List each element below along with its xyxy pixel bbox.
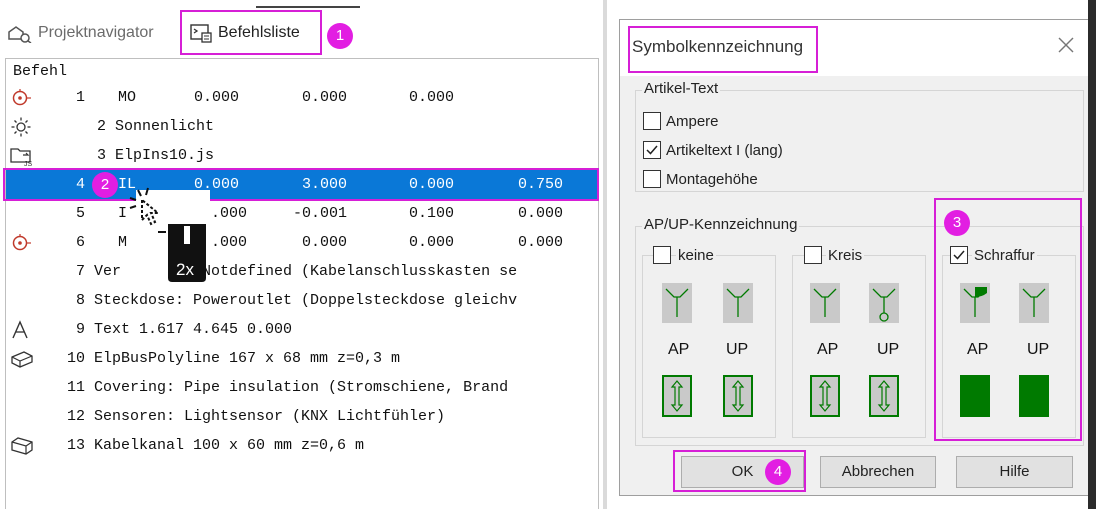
row-value: 0.000 bbox=[409, 89, 455, 106]
keine-label: keine bbox=[676, 247, 716, 264]
artikel-text-group-label: Artikel-Text bbox=[642, 80, 721, 97]
row-num: 1 bbox=[76, 89, 86, 106]
row-text: 12 Sensoren: Lightsensor (KNX Lichtfühle… bbox=[67, 408, 446, 425]
artikeltext-checkbox[interactable] bbox=[643, 141, 661, 159]
list-row-9[interactable]: 9 Text 1.617 4.645 0.000 bbox=[6, 315, 598, 344]
row-text: 11 Covering: Pipe insulation (Stromschie… bbox=[67, 379, 509, 396]
row-value: -0.001 bbox=[293, 205, 348, 222]
target-icon bbox=[12, 89, 31, 106]
ampere-label: Ampere bbox=[666, 113, 719, 130]
highlight-dialog-title bbox=[628, 26, 818, 73]
symbol-up-kreis bbox=[869, 283, 899, 323]
tab-underline bbox=[256, 6, 360, 8]
montagehoehe-checkbox[interactable] bbox=[643, 170, 661, 188]
row-value: 0.000 bbox=[194, 89, 240, 106]
symbolkennzeichnung-dialog: Symbolkennzeichnung Artikel-Text Ampere … bbox=[619, 19, 1092, 496]
step-badge-3: 3 bbox=[944, 210, 970, 236]
symbol-arrow-up-kreis bbox=[869, 375, 899, 417]
svg-text:JS: JS bbox=[24, 161, 33, 166]
sun-icon bbox=[11, 117, 31, 137]
row-cmd: MO bbox=[118, 89, 137, 106]
list-row-12[interactable]: 12 Sensoren: Lightsensor (KNX Lichtfühle… bbox=[6, 402, 598, 431]
step-badge-2: 2 bbox=[92, 172, 118, 198]
bus-polyline-icon bbox=[11, 351, 33, 368]
apup-group-label: AP/UP-Kennzeichnung bbox=[642, 216, 800, 233]
row-text: 9 Text 1.617 4.645 0.000 bbox=[76, 321, 293, 338]
list-row-3[interactable]: JS 3 ElpIns10.js bbox=[6, 141, 598, 170]
command-list-header: Befehl bbox=[13, 63, 68, 80]
project-navigator-icon bbox=[8, 26, 32, 43]
row-text: 13 Kabelkanal 100 x 60 mm z=0,6 m bbox=[67, 437, 365, 454]
montagehoehe-label: Montagehöhe bbox=[666, 171, 758, 188]
row-num: 5 bbox=[76, 205, 86, 222]
kreis-checkbox[interactable] bbox=[804, 246, 822, 264]
row-value: 0.000 bbox=[409, 234, 455, 251]
ampere-checkbox[interactable] bbox=[643, 112, 661, 130]
target-icon bbox=[12, 234, 31, 251]
row-text: 2 Sonnenlicht bbox=[97, 118, 215, 135]
js-folder-icon: JS bbox=[10, 148, 33, 166]
symbol-ap-keine bbox=[662, 283, 692, 323]
step-badge-1: 1 bbox=[327, 23, 353, 49]
checkmark-icon bbox=[646, 145, 658, 155]
keine-checkbox[interactable] bbox=[653, 246, 671, 264]
list-row-11[interactable]: 11 Covering: Pipe insulation (Stromschie… bbox=[6, 373, 598, 402]
tab-projektnavigator-label: Projektnavigator bbox=[38, 24, 154, 41]
step-badge-4: 4 bbox=[765, 459, 791, 485]
list-row-10[interactable]: 10 ElpBusPolyline 167 x 68 mm z=0,3 m bbox=[6, 344, 598, 373]
row-num: 6 bbox=[76, 234, 86, 251]
up-label: UP bbox=[726, 341, 749, 358]
symbol-up-keine bbox=[723, 283, 753, 323]
row-value: 0.000 bbox=[518, 234, 564, 251]
window-edge bbox=[1088, 0, 1096, 509]
symbol-ap-kreis bbox=[810, 283, 840, 323]
hilfe-button[interactable]: Hilfe bbox=[956, 456, 1073, 488]
ap-label: AP bbox=[817, 341, 839, 358]
row-text: 10 ElpBusPolyline 167 x 68 mm z=0,3 m bbox=[67, 350, 401, 367]
double-click-indicator: 2x bbox=[128, 186, 210, 282]
kreis-label: Kreis bbox=[826, 247, 865, 264]
row-value: 0.000 bbox=[302, 234, 348, 251]
text-a-icon bbox=[12, 320, 28, 339]
row-text: 8 Steckdose: Poweroutlet (Doppelsteckdos… bbox=[76, 292, 518, 309]
row-value: 0.000 bbox=[302, 89, 348, 106]
close-icon[interactable] bbox=[1055, 34, 1077, 56]
list-row-13[interactable]: 13 Kabelkanal 100 x 60 mm z=0,6 m bbox=[6, 431, 598, 460]
symbol-arrow-ap-kreis bbox=[810, 375, 840, 417]
symbol-arrow-ap-keine bbox=[662, 375, 692, 417]
row-text: 3 ElpIns10.js bbox=[97, 147, 215, 164]
command-list-panel: Projektnavigator Befehlsliste 1 Befehl 1… bbox=[0, 0, 603, 509]
command-list[interactable]: Befehl 1 MO 0.000 0.000 0.000 2 Sonnenli… bbox=[5, 58, 599, 509]
row-value: .000 bbox=[211, 205, 248, 222]
double-click-label: 2x bbox=[176, 260, 194, 279]
row-value: 0.100 bbox=[409, 205, 455, 222]
list-row-7[interactable]: 7 Ver Notdefined (Kabelanschlusskasten s… bbox=[6, 257, 598, 286]
symbol-arrow-up-keine bbox=[723, 375, 753, 417]
row-value: 0.000 bbox=[518, 205, 564, 222]
list-row-6[interactable]: 6 M .000 0.000 0.000 0.000 bbox=[6, 228, 598, 257]
list-row-2[interactable]: 2 Sonnenlicht bbox=[6, 112, 598, 141]
list-row-8[interactable]: 8 Steckdose: Poweroutlet (Doppelsteckdos… bbox=[6, 286, 598, 315]
artikeltext-label: Artikeltext I (lang) bbox=[666, 142, 783, 159]
highlight-befehlsliste-tab bbox=[180, 10, 322, 55]
panel-divider bbox=[603, 0, 607, 509]
up-label: UP bbox=[877, 341, 900, 358]
row-cmd: I bbox=[118, 205, 128, 222]
list-row-5[interactable]: 5 I .000 -0.001 0.100 0.000 bbox=[6, 199, 598, 228]
cable-duct-icon bbox=[11, 437, 33, 455]
tab-projektnavigator[interactable]: Projektnavigator bbox=[6, 14, 154, 52]
abbrechen-button[interactable]: Abbrechen bbox=[820, 456, 936, 488]
row-value: .000 bbox=[211, 234, 248, 251]
list-row-1[interactable]: 1 MO 0.000 0.000 0.000 bbox=[6, 83, 598, 112]
row-cmd: M bbox=[118, 234, 128, 251]
ap-label: AP bbox=[668, 341, 690, 358]
cursor-click-icon bbox=[129, 187, 210, 282]
